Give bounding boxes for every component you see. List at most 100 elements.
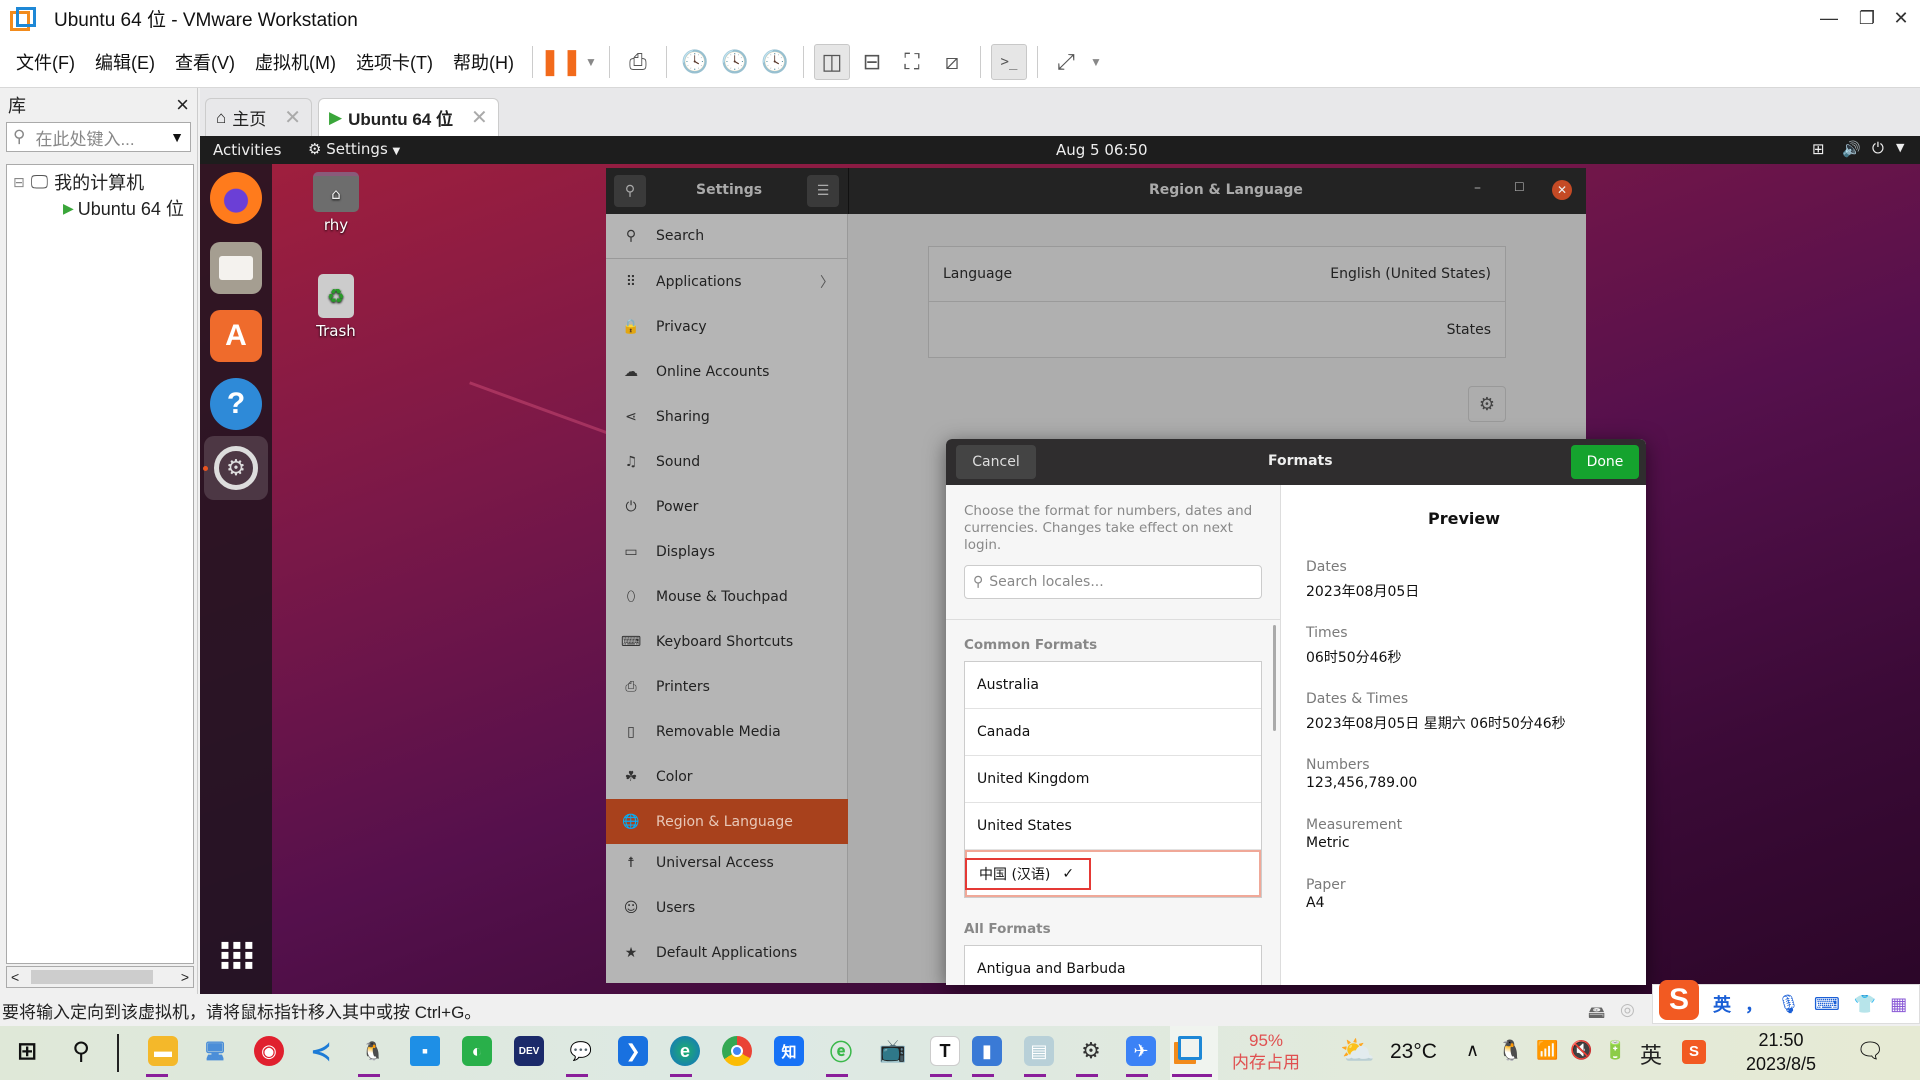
revert-snapshot-icon[interactable]: 🕓 (717, 44, 753, 80)
notification-center-icon[interactable]: 🗨 (1856, 1038, 1884, 1064)
ime-lang-toggle[interactable]: 英 (1713, 991, 1731, 1017)
settings-dock-icon[interactable]: ⚙ (204, 436, 268, 500)
fullscreen-icon[interactable]: ⛶ (894, 44, 930, 80)
format-item-canada[interactable]: Canada (965, 709, 1261, 756)
sidebar-item-region-language[interactable]: 🌐 Region & Language (606, 799, 848, 844)
thumbnail-view-icon[interactable]: ⊟ (854, 44, 890, 80)
sidebar-item-online-accounts[interactable]: ☁ Online Accounts (606, 349, 848, 394)
format-item-china[interactable]: 中国 (汉语) ✓ (965, 850, 1261, 897)
hamburger-menu-icon[interactable]: ☰ (807, 175, 839, 207)
vm-display[interactable]: Activities ⚙ Settings ▼ Aug 5 06:50 ⊞ 🔊 … (200, 136, 1920, 994)
sidebar-item-color[interactable]: ☘ Color (606, 754, 848, 799)
window-minimize-icon[interactable]: – (1474, 180, 1481, 196)
scrollbar-thumb[interactable] (31, 970, 153, 984)
sidebar-item-mouse-touchpad[interactable]: ⬯ Mouse & Touchpad (606, 574, 848, 619)
format-item-antigua[interactable]: Antigua and Barbuda (965, 946, 1261, 985)
typora-icon[interactable]: T (930, 1036, 960, 1066)
menu-file[interactable]: 文件(F) (6, 49, 85, 75)
zhihu-icon[interactable]: 知 (774, 1036, 804, 1066)
search-icon[interactable]: ⚲ (66, 1036, 96, 1066)
sidebar-item-sharing[interactable]: ⋖ Sharing (606, 394, 848, 439)
notepad-icon[interactable]: ▤ (1024, 1036, 1054, 1066)
wifi-icon[interactable]: 📶 (1536, 1040, 1558, 1061)
firefox-icon[interactable] (210, 172, 262, 224)
collapse-icon[interactable]: ⊟ (13, 174, 25, 191)
bilibili-icon[interactable]: 📺 (878, 1036, 908, 1066)
scroll-right-arrow[interactable]: > (181, 969, 189, 985)
cancel-button[interactable]: Cancel (956, 445, 1036, 479)
feishu-icon[interactable]: ❯ (618, 1036, 648, 1066)
sidebar-item-displays[interactable]: ▭ Displays (606, 529, 848, 574)
this-pc-icon[interactable]: 🖥 (200, 1036, 230, 1066)
menu-edit[interactable]: 编辑(E) (85, 49, 165, 75)
chrome-icon[interactable] (722, 1036, 752, 1066)
window-close-icon[interactable]: ✕ (1552, 180, 1572, 200)
netease-music-icon[interactable]: ◉ (254, 1036, 284, 1066)
library-view-icon[interactable]: ◫ (813, 43, 850, 80)
cdrom-icon[interactable]: ◎ (1620, 1000, 1635, 1020)
menu-view[interactable]: 查看(V) (165, 49, 245, 75)
desktop-icon-home[interactable]: ⌂ rhy (296, 172, 376, 234)
edge-icon[interactable]: e (670, 1036, 700, 1066)
sidebar-item-users[interactable]: ☺ Users (606, 885, 848, 930)
vmware-icon[interactable] (1178, 1036, 1202, 1060)
ime-punct-toggle[interactable]: ， (1745, 991, 1763, 1017)
ie-browser-icon[interactable]: ⓔ (826, 1036, 856, 1066)
show-apps-icon[interactable]: ▪▪▪ ▪▪▪ ▪▪▪ (220, 931, 256, 979)
sidebar-item-keyboard-shortcuts[interactable]: ⌨ Keyboard Shortcuts (606, 619, 848, 664)
qq-tray-icon[interactable]: 🐧 (1498, 1038, 1523, 1063)
sidebar-item-search[interactable]: ⚲ Search (606, 214, 848, 259)
snapshot-icon[interactable]: 🕓 (677, 44, 713, 80)
sidebar-item-sound[interactable]: ♫ Sound (606, 439, 848, 484)
format-item-united-kingdom[interactable]: United Kingdom (965, 756, 1261, 803)
sidebar-item-applications[interactable]: ⠿ Applications 〉 (606, 259, 848, 304)
sidebar-item-default-applications[interactable]: ★ Default Applications (606, 930, 848, 975)
tray-ime-lang[interactable]: 英 (1640, 1038, 1662, 1070)
sidebar-item-printers[interactable]: ⎙ Printers (606, 664, 848, 709)
language-row[interactable]: Language English (United States) (929, 247, 1505, 302)
system-menu-arrow-icon[interactable]: ▼ (1896, 141, 1904, 154)
unity-icon[interactable]: ⧄ (934, 44, 970, 80)
window-maximize-icon[interactable]: ☐ (1514, 180, 1525, 194)
library-close-icon[interactable]: × (176, 92, 189, 118)
stretch-icon[interactable]: ⤢ (1048, 44, 1084, 80)
temperature[interactable]: 23°C (1390, 1040, 1437, 1064)
library-horizontal-scrollbar[interactable]: < > (6, 966, 194, 988)
microphone-icon[interactable]: 🎙 (1777, 994, 1800, 1015)
sidebar-item-privacy[interactable]: 🔒 Privacy (606, 304, 848, 349)
network-icon[interactable]: ⊞ (1812, 140, 1825, 158)
windows-start-icon[interactable]: ⊞ (12, 1036, 42, 1066)
chevron-down-icon[interactable]: ▼ (170, 129, 184, 145)
pause-icon[interactable]: ❚❚ (539, 44, 583, 80)
sogou-logo-icon[interactable]: S (1659, 980, 1699, 1020)
wechat-icon[interactable]: 💬 (566, 1036, 596, 1066)
help-icon[interactable]: ? (210, 378, 262, 430)
dingtalk-icon[interactable]: ✈ (1126, 1036, 1156, 1066)
menu-vm[interactable]: 虚拟机(M) (245, 49, 346, 75)
console-icon[interactable]: >_ (990, 43, 1027, 80)
tray-overflow-chevron-icon[interactable]: ∧ (1466, 1040, 1479, 1061)
tab-close-icon[interactable]: ✕ (284, 105, 301, 130)
tab-ubuntu[interactable]: ▶ Ubuntu 64 位 ✕ (318, 98, 499, 136)
sidebar-item-removable-media[interactable]: ▯ Removable Media (606, 709, 848, 754)
skin-icon[interactable]: 👕 (1854, 994, 1876, 1015)
stretch-dropdown-icon[interactable]: ▼ (1088, 44, 1104, 80)
send-ctrl-alt-del-icon[interactable]: ⎙ (620, 44, 656, 80)
desktop-icon-trash[interactable]: ♻ Trash (296, 274, 376, 340)
close-button[interactable]: ✕ (1880, 0, 1920, 36)
notes-app-icon[interactable]: ▪ (410, 1036, 440, 1066)
taskbar-clock[interactable]: 21:50 2023/8/5 (1736, 1028, 1826, 1076)
format-item-australia[interactable]: Australia (965, 662, 1261, 709)
minimize-button[interactable]: — (1808, 0, 1850, 36)
winrar-icon[interactable]: ▮ (972, 1036, 1002, 1066)
manage-snapshots-icon[interactable]: 🕓 (757, 44, 793, 80)
evernote-icon[interactable]: ◐ (462, 1036, 492, 1066)
app-menu[interactable]: ⚙ Settings ▼ (308, 140, 400, 158)
tree-item-my-computer[interactable]: ⊟ 🖵 我的计算机 (7, 169, 193, 195)
hdd-icon[interactable]: 🖴 (1588, 1000, 1605, 1029)
settings-icon[interactable]: ⚙ (1076, 1036, 1106, 1066)
scroll-left-arrow[interactable]: < (11, 969, 19, 985)
volume-muted-icon[interactable]: 🔇 (1570, 1040, 1592, 1061)
volume-icon[interactable]: 🔊 (1842, 140, 1861, 158)
list-scrollbar[interactable] (1273, 625, 1276, 731)
